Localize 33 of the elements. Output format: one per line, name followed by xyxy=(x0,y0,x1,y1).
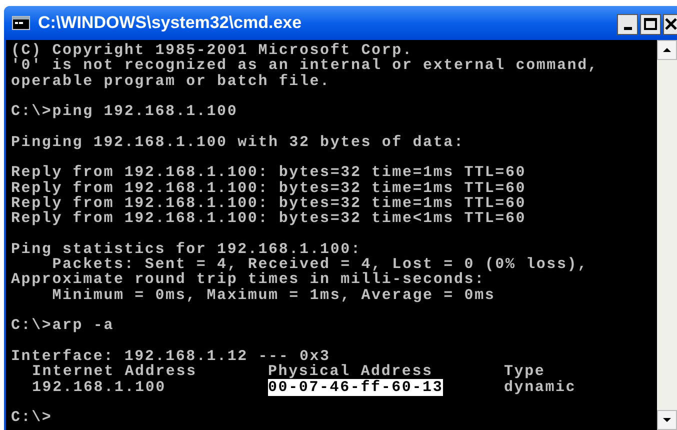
maximize-button[interactable] xyxy=(640,14,661,34)
console-line: C:\>ping 192.168.1.100 xyxy=(11,104,238,120)
console-line: Packets: Sent = 4, Received = 4, Lost = 0 (0% loss), xyxy=(52,257,588,272)
scrollbar[interactable] xyxy=(657,40,677,430)
maximize-icon xyxy=(644,18,657,30)
close-icon xyxy=(665,18,677,30)
console-text: 192.168.1.100 xyxy=(32,378,166,396)
console-text: Physical Address xyxy=(268,363,433,380)
console-line: operable program or batch file. xyxy=(11,74,330,89)
console-line: Reply from 192.168.1.100: bytes=32 time=1ms TTL=60 xyxy=(11,165,526,181)
console-line: Minimum = 0ms, Maximum = 1ms, Average = 0ms xyxy=(51,288,496,304)
console-line: Reply from 192.168.1.100: bytes=32 time=1ms TTL=60 xyxy=(11,196,526,212)
console-line: Ping statistics for 192.168.1.100: xyxy=(11,242,362,258)
scroll-up-icon[interactable] xyxy=(657,40,677,60)
scroll-down-icon[interactable] xyxy=(657,410,677,430)
minimize-button[interactable] xyxy=(617,14,638,34)
selected-text: 00-07-46-ff-60-13 xyxy=(268,378,444,396)
console-line: Interface: 192.168.1.12 --- 0x3 xyxy=(11,348,330,364)
console-line: Reply from 192.168.1.100: bytes=32 time=1ms TTL=60 xyxy=(11,180,526,196)
minimize-icon xyxy=(624,26,632,30)
console-text: Type xyxy=(504,363,546,380)
console-icon xyxy=(12,16,30,30)
console-text: dynamic xyxy=(504,378,576,396)
close-button[interactable] xyxy=(663,14,677,34)
window-title: C:\WINDOWS\system32\cmd.exe xyxy=(38,12,302,34)
console-text: Internet Address xyxy=(32,363,197,380)
console-line: C:\>arp -a xyxy=(11,318,114,334)
console-line: '0' is not recognized as an internal or external command, xyxy=(11,58,598,74)
console-line: Reply from 192.168.1.100: bytes=32 time<1ms TTL=60 xyxy=(11,211,526,227)
console-line: C:\> xyxy=(11,410,52,426)
console-line: (C) Copyright 1985-2001 Microsoft Corp. xyxy=(11,43,413,58)
console-line: Pinging 192.168.1.100 with 32 bytes of data: xyxy=(11,134,464,150)
console-line: Approximate round trip times in milli-seconds: xyxy=(11,272,485,288)
